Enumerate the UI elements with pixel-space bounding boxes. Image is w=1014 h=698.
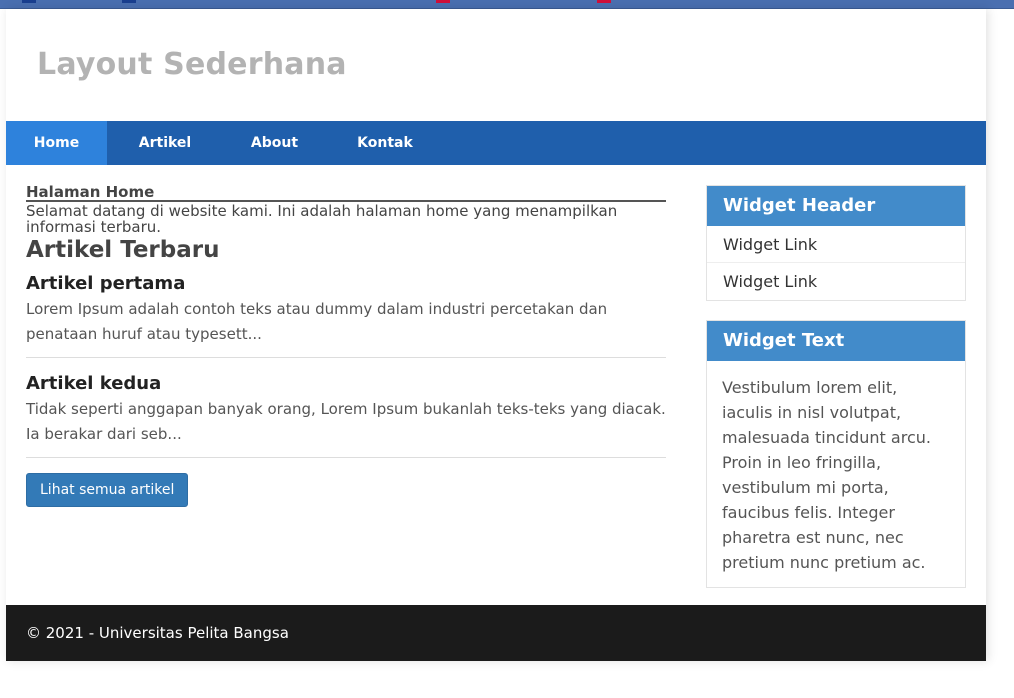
widget-link[interactable]: Widget Link: [707, 226, 965, 263]
article-item: Artikel pertama Lorem Ipsum adalah conto…: [26, 271, 666, 358]
bookmark-icon[interactable]: [597, 0, 611, 3]
article-title[interactable]: Artikel pertama: [26, 271, 666, 297]
site-header: Layout Sederhana: [6, 9, 986, 121]
article-item: Artikel kedua Tidak seperti anggapan ban…: [26, 371, 666, 458]
nav-item-about[interactable]: About: [223, 121, 326, 165]
section-title: Artikel Terbaru: [26, 237, 220, 263]
nav-item-kontak[interactable]: Kontak: [326, 121, 444, 165]
nav-item-artikel[interactable]: Artikel: [107, 121, 223, 165]
welcome-text: Selamat datang di website kami. Ini adal…: [26, 202, 618, 236]
widget-text: Widget Text Vestibulum lorem elit, iacul…: [706, 320, 966, 588]
widget-link[interactable]: Widget Link: [707, 263, 965, 300]
bookmark-icon[interactable]: [122, 0, 136, 3]
nav-item-home[interactable]: Home: [6, 121, 107, 165]
widget-text-header: Widget Text: [707, 321, 965, 361]
page-container: Layout Sederhana Home Artikel About Kont…: [6, 9, 986, 661]
bookmark-icon[interactable]: [436, 0, 450, 3]
widget-links: Widget Header Widget Link Widget Link: [706, 185, 966, 301]
article-excerpt: Tidak seperti anggapan banyak orang, Lor…: [26, 400, 666, 443]
page-heading: Halaman Home: [26, 184, 666, 202]
widget-header: Widget Header: [707, 186, 965, 226]
site-footer: © 2021 - Universitas Pelita Bangsa: [6, 605, 986, 661]
view-all-articles-button[interactable]: Lihat semua artikel: [26, 473, 189, 507]
article-title[interactable]: Artikel kedua: [26, 371, 666, 397]
widget-text-body: Vestibulum lorem elit, iaculis in nisl v…: [722, 378, 931, 572]
footer-text: © 2021 - Universitas Pelita Bangsa: [26, 624, 289, 642]
browser-bookmarks-bar: [0, 0, 1014, 9]
bookmark-icon[interactable]: [22, 0, 36, 3]
main-nav: Home Artikel About Kontak: [6, 121, 986, 165]
article-excerpt: Lorem Ipsum adalah contoh teks atau dumm…: [26, 300, 608, 343]
site-title[interactable]: Layout Sederhana: [37, 47, 347, 82]
